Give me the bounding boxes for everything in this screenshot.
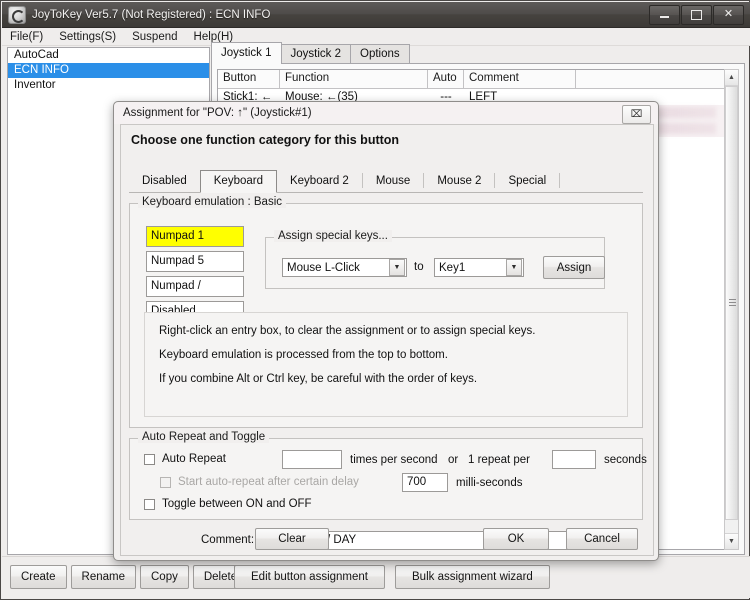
window-title: JoyToKey Ver5.7 (Not Registered) : ECN I… [32, 8, 271, 21]
window-controls: ✕ [648, 4, 744, 25]
key-entry-3[interactable]: Numpad / [146, 276, 244, 297]
seconds-label: seconds [604, 454, 647, 466]
to-label: to [414, 261, 424, 273]
tab-divider [559, 173, 561, 188]
chevron-down-icon[interactable]: ▼ [389, 259, 405, 276]
scrollbar-thumb[interactable] [725, 86, 738, 520]
assign-special-keys-group: Assign special keys... Mouse L-Click ▼ t… [265, 230, 605, 289]
close-icon: ⌧ [630, 109, 643, 120]
grid-header-comment[interactable]: Comment [464, 70, 576, 88]
special-key-source-select[interactable]: Mouse L-Click ▼ [282, 258, 407, 277]
profile-item-ecn-info[interactable]: ECN INFO [8, 63, 209, 78]
milliseconds-label: milli-seconds [456, 477, 523, 489]
info-line-3: If you combine Alt or Ctrl key, be caref… [159, 373, 478, 385]
auto-repeat-group: Auto Repeat and Toggle Auto Repeat times… [129, 431, 647, 520]
special-key-target-select[interactable]: Key1 ▼ [434, 258, 524, 277]
auto-repeat-label: Auto Repeat [162, 453, 226, 465]
grid-header-extra[interactable] [576, 70, 716, 88]
menu-item-file[interactable]: File(F) [2, 30, 51, 44]
bottom-toolbar: Create Rename Copy Delete Edit button as… [2, 556, 750, 598]
grid-header-button[interactable]: Button [218, 70, 280, 88]
repeat-seconds-input[interactable] [552, 450, 596, 469]
auto-repeat-delay-label: Start auto-repeat after certain delay [178, 476, 359, 488]
auto-repeat-delay-checkbox-row[interactable]: Start auto-repeat after certain delay [160, 476, 359, 488]
tab-joystick-1[interactable]: Joystick 1 [211, 42, 282, 64]
comment-input[interactable]: DATE / DAY [289, 531, 602, 550]
auto-repeat-checkbox[interactable] [144, 453, 155, 465]
close-button[interactable]: ✕ [713, 4, 744, 25]
tab-disabled[interactable]: Disabled [129, 171, 200, 192]
auto-repeat-delay-checkbox[interactable] [160, 476, 171, 488]
create-button[interactable]: Create [10, 565, 67, 589]
clear-button[interactable]: Clear [255, 528, 329, 550]
toggle-on-off-checkbox[interactable] [144, 498, 155, 510]
grid-header-row: Button Function Auto Comment [218, 70, 725, 89]
assignment-dialog: Assignment for "POV: ↑" (Joystick#1) ⌧ C… [113, 101, 659, 561]
auto-repeat-checkbox-row[interactable]: Auto Repeat [144, 453, 226, 465]
info-line-2: Keyboard emulation is processed from the… [159, 349, 448, 361]
auto-repeat-delay-input[interactable]: 700 [402, 473, 448, 492]
or-label: or [448, 454, 459, 466]
joytokey-app-icon [8, 5, 26, 24]
tab-special[interactable]: Special [495, 171, 559, 192]
ok-button[interactable]: OK [483, 528, 549, 550]
minimize-icon [660, 16, 669, 18]
assignment-action-buttons: Edit button assignment Bulk assignment w… [234, 565, 550, 589]
keyboard-emulation-legend: Keyboard emulation : Basic [138, 196, 286, 208]
bulk-assignment-wizard-button[interactable]: Bulk assignment wizard [395, 565, 550, 589]
toggle-on-off-checkbox-row[interactable]: Toggle between ON and OFF [144, 498, 312, 510]
grid-header-function[interactable]: Function [280, 70, 428, 88]
info-line-1: Right-click an entry box, to clear the a… [159, 325, 536, 337]
dialog-body: Choose one function category for this bu… [120, 124, 654, 556]
key-entry-1[interactable]: Numpad 1 [146, 226, 244, 247]
scroll-up-arrow-icon[interactable]: ▲ [725, 70, 738, 86]
scrollbar-grip-icon [729, 299, 736, 307]
tab-keyboard-2[interactable]: Keyboard 2 [277, 171, 362, 192]
grid-vertical-scrollbar[interactable]: ▲ ▼ [724, 69, 739, 550]
menu-item-suspend[interactable]: Suspend [124, 30, 185, 44]
joystick-tabstrip: Joystick 1 Joystick 2 Options [211, 42, 745, 64]
tab-mouse-2[interactable]: Mouse 2 [424, 171, 494, 192]
dialog-titlebar: Assignment for "POV: ↑" (Joystick#1) [114, 102, 658, 124]
auto-repeat-legend: Auto Repeat and Toggle [138, 431, 270, 443]
menu-item-settings[interactable]: Settings(S) [51, 30, 124, 44]
repeat-rate-input[interactable] [282, 450, 342, 469]
edit-button-assignment-button[interactable]: Edit button assignment [234, 565, 385, 589]
profile-action-buttons: Create Rename Copy Delete [10, 565, 249, 589]
key-entry-2[interactable]: Numpad 5 [146, 251, 244, 272]
one-repeat-per-label: 1 repeat per [468, 454, 531, 466]
special-key-source-value: Mouse L-Click [287, 261, 360, 274]
grid-header-auto[interactable]: Auto [428, 70, 464, 88]
profile-item-inventor[interactable]: Inventor [8, 78, 209, 93]
copy-button[interactable]: Copy [140, 565, 189, 589]
tab-mouse[interactable]: Mouse [363, 171, 424, 192]
close-icon: ✕ [723, 8, 734, 20]
rename-button[interactable]: Rename [70, 565, 136, 589]
dialog-heading: Choose one function category for this bu… [131, 133, 400, 147]
tab-options[interactable]: Options [350, 44, 410, 64]
window-titlebar: JoyToKey Ver5.7 (Not Registered) : ECN I… [2, 2, 750, 28]
dialog-close-button[interactable]: ⌧ [622, 105, 651, 124]
toggle-on-off-label: Toggle between ON and OFF [162, 498, 312, 510]
category-tabstrip: Disabled Keyboard Keyboard 2 Mouse Mouse… [129, 169, 643, 193]
maximize-button[interactable] [681, 4, 712, 25]
profile-item-autocad[interactable]: AutoCad [8, 48, 209, 63]
times-per-second-label: times per second [350, 454, 438, 466]
tab-joystick-2[interactable]: Joystick 2 [280, 44, 351, 64]
key-entry-list: Numpad 1 Numpad 5 Numpad / Disabled [146, 226, 244, 326]
dialog-title: Assignment for "POV: ↑" (Joystick#1) [123, 107, 312, 119]
cancel-button[interactable]: Cancel [566, 528, 638, 550]
maximize-icon [691, 9, 702, 20]
keyboard-emulation-group: Keyboard emulation : Basic Numpad 1 Nump… [129, 196, 643, 428]
assign-button[interactable]: Assign [543, 256, 605, 279]
minimize-button[interactable] [649, 4, 680, 25]
comment-label: Comment: [201, 534, 255, 546]
scroll-down-arrow-icon[interactable]: ▼ [725, 533, 738, 549]
special-key-target-value: Key1 [439, 261, 466, 274]
joytokey-main-window: JoyToKey Ver5.7 (Not Registered) : ECN I… [0, 0, 750, 600]
chevron-down-icon[interactable]: ▼ [506, 259, 522, 276]
info-panel: Right-click an entry box, to clear the a… [144, 312, 628, 417]
tab-keyboard[interactable]: Keyboard [199, 170, 277, 193]
assign-special-keys-legend: Assign special keys... [274, 230, 392, 242]
